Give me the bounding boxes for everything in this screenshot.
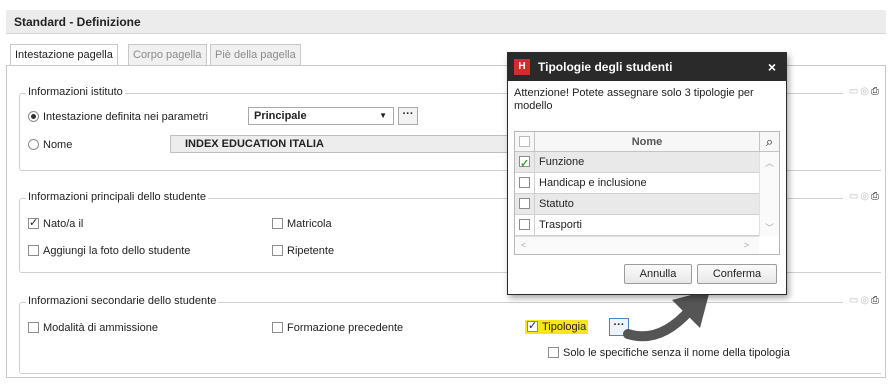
search-icon[interactable]: ⌕ (759, 132, 779, 152)
checkbox-label: Modalità di ammissione (43, 322, 158, 334)
tab-intestazione[interactable]: Intestazione pagella (10, 44, 118, 67)
checkbox-label: Formazione precedente (287, 322, 404, 334)
select-all-checkbox[interactable] (515, 132, 535, 152)
checkbox[interactable] (28, 322, 39, 333)
radio-label: Nome (43, 139, 73, 151)
scroll-up-icon[interactable]: ︿ (760, 156, 779, 169)
row-check (515, 152, 535, 174)
row-label: Statuto (539, 198, 574, 210)
checkbox[interactable] (272, 245, 283, 256)
row-check (515, 173, 535, 193)
group-title: Informazioni istituto (26, 86, 125, 98)
checkbox[interactable] (272, 218, 283, 229)
checkbox-label: Ripetente (287, 245, 335, 257)
row-label: Handicap e inclusione (539, 177, 647, 189)
checkbox-ripetente[interactable]: Ripetente (272, 244, 334, 258)
close-icon[interactable]: × (768, 53, 776, 81)
tipologia-highlight: Tipologia (525, 319, 589, 334)
scroll-down-icon[interactable]: ﹀ (760, 221, 779, 234)
group-settings-icon[interactable]: ▭◎ (849, 295, 871, 306)
checkbox[interactable] (519, 219, 530, 230)
scroll-right-icon[interactable]: > (744, 240, 749, 250)
group-settings-icon[interactable]: ▭◎ (849, 86, 871, 97)
radio-intestazione-parametri[interactable]: Intestazione definita nei parametri (28, 110, 208, 124)
header-bar: Standard - Definizione (6, 10, 886, 34)
checkbox-matricola[interactable]: Matricola (272, 217, 332, 231)
group-settings-icon[interactable]: ▭◎ (849, 191, 871, 202)
list-row[interactable]: Handicap e inclusione (515, 173, 759, 194)
intestazione-more-button[interactable]: ··· (398, 107, 418, 125)
modal-title-bar: H Tipologie degli studenti × (508, 53, 786, 81)
checkbox[interactable] (519, 198, 530, 209)
list-header: Nome ⌕ (515, 132, 779, 152)
group-icons: ▭◎⎙ (842, 86, 881, 97)
checkbox-modalita-ammissione[interactable]: Modalità di ammissione (28, 321, 158, 335)
group-title: Informazioni secondarie dello studente (26, 295, 219, 307)
chevron-down-icon: ▼ (379, 111, 387, 120)
radio-button[interactable] (28, 111, 39, 122)
tab-pie[interactable]: Piè della pagella (210, 44, 301, 66)
group-informazioni-secondarie: Informazioni secondarie dello studente ▭… (19, 295, 881, 374)
arrow-path (623, 305, 695, 342)
printer-icon[interactable]: ⎙ (871, 191, 881, 202)
group-icons: ▭◎⎙ (842, 295, 881, 306)
app-logo-icon: H (514, 59, 530, 75)
modal-warning: Attenzione! Potete assegnare solo 3 tipo… (514, 87, 754, 112)
nome-field: INDEX EDUCATION ITALIA (170, 135, 516, 153)
checkbox-label: Aggiungi la foto dello studente (43, 245, 191, 257)
checkbox-tipologia[interactable]: Tipologia (525, 319, 589, 334)
radio-nome[interactable]: Nome (28, 138, 72, 152)
checkbox-label: Nato/a il (43, 218, 84, 230)
tab-corpo[interactable]: Corpo pagella (128, 44, 207, 66)
list-row[interactable]: Statuto (515, 194, 759, 215)
tipologie-modal: H Tipologie degli studenti × Attenzione!… (507, 52, 787, 295)
checkbox[interactable] (527, 319, 538, 333)
cancel-button[interactable]: Annulla (624, 264, 692, 284)
checkbox[interactable] (28, 245, 39, 256)
checkbox[interactable] (519, 177, 530, 188)
list-row[interactable]: Trasporti (515, 215, 759, 236)
checkbox-label: Tipologia (542, 321, 587, 333)
printer-icon[interactable]: ⎙ (871, 86, 881, 97)
checkbox[interactable] (519, 154, 530, 174)
radio-label: Intestazione definita nei parametri (43, 111, 209, 123)
intestazione-select[interactable]: Principale ▼ (248, 107, 394, 125)
group-title: Informazioni principali dello studente (26, 191, 208, 203)
select-value: Principale (254, 110, 307, 122)
checkbox[interactable] (272, 322, 283, 333)
list-row[interactable]: Funzione (515, 152, 759, 174)
printer-icon[interactable]: ⎙ (871, 295, 881, 306)
confirm-button[interactable]: Conferma (697, 264, 777, 284)
checkbox-formazione-precedente[interactable]: Formazione precedente (272, 321, 403, 335)
checkbox-foto-studente[interactable]: Aggiungi la foto dello studente (28, 244, 190, 258)
vertical-scrollbar[interactable]: ︿ ﹀ (759, 152, 779, 236)
checkbox[interactable] (28, 216, 39, 230)
radio-button[interactable] (28, 139, 39, 150)
tipologie-list: Nome ⌕ Funzione Handicap e inclusione St… (514, 131, 780, 255)
column-header-nome[interactable]: Nome (535, 132, 759, 152)
checkbox[interactable] (548, 347, 559, 358)
row-check (515, 194, 535, 214)
modal-title: Tipologie degli studenti (538, 60, 673, 74)
checkbox[interactable] (519, 136, 530, 147)
checkbox-label: Matricola (287, 218, 332, 230)
horizontal-scrollbar[interactable]: < > (515, 236, 759, 254)
page-title: Standard - Definizione (14, 15, 141, 29)
group-icons: ▭◎⎙ (842, 191, 881, 202)
row-label: Trasporti (539, 219, 582, 231)
row-label: Funzione (539, 156, 585, 168)
row-check (515, 215, 535, 235)
checkbox-nato-il[interactable]: Nato/a il (28, 216, 84, 231)
scroll-left-icon[interactable]: < (521, 240, 526, 250)
